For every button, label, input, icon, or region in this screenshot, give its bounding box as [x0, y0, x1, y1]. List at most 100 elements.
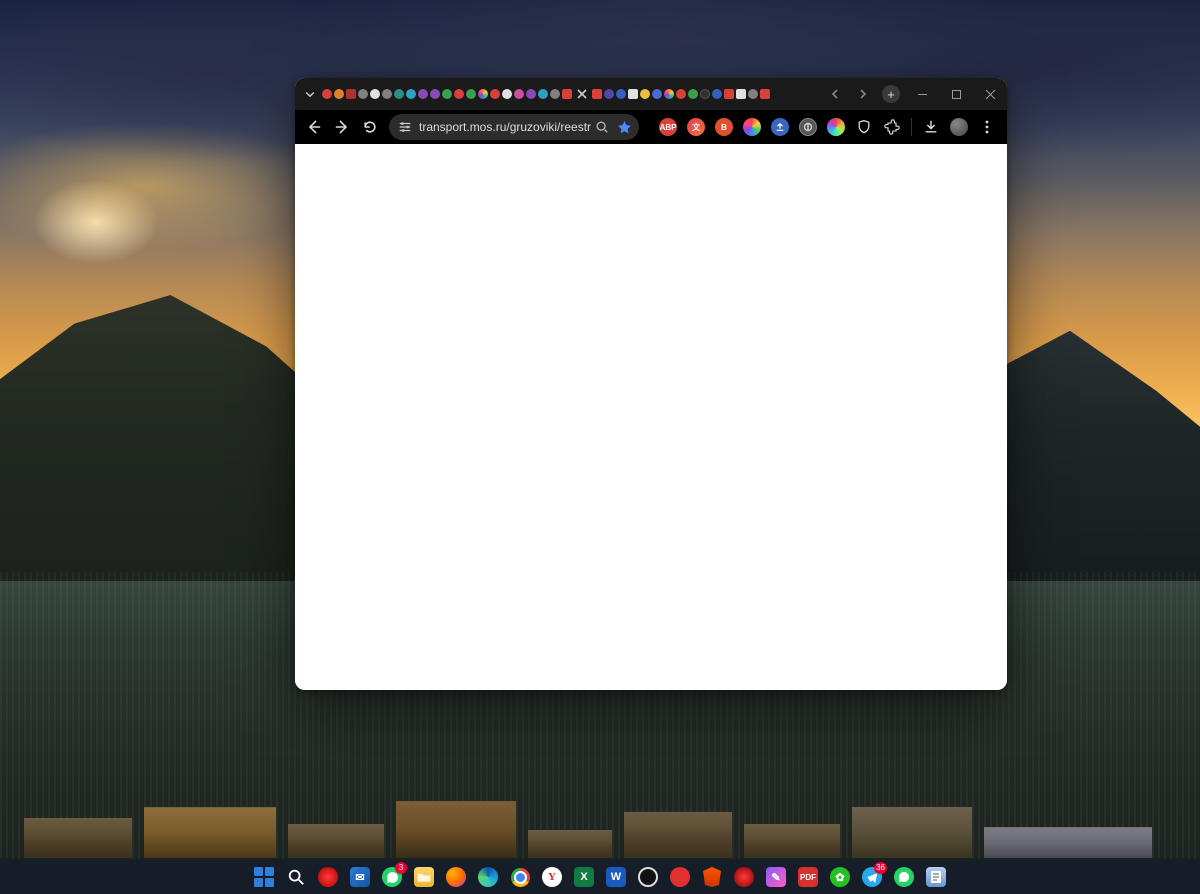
- window-close-button[interactable]: [973, 78, 1007, 110]
- tab-item[interactable]: [429, 78, 441, 110]
- taskbar-app-yandex[interactable]: Y: [539, 864, 565, 890]
- tab-item[interactable]: [687, 78, 699, 110]
- taskbar-app-explorer[interactable]: [411, 864, 437, 890]
- tab-item[interactable]: [525, 78, 537, 110]
- folder-icon: [414, 867, 434, 887]
- tab-item[interactable]: [651, 78, 663, 110]
- window-controls: [905, 78, 1007, 110]
- tab-group-right: [591, 78, 771, 110]
- toolbar-separator: [911, 118, 912, 136]
- taskbar-app-whatsapp[interactable]: 3: [379, 864, 405, 890]
- taskbar-app-opera[interactable]: [315, 864, 341, 890]
- taskbar-app-whatsapp-desktop[interactable]: [891, 864, 917, 890]
- tab-item[interactable]: [603, 78, 615, 110]
- avatar-icon: [950, 118, 968, 136]
- tabstrip-scroll-right[interactable]: [849, 78, 877, 110]
- tab-item[interactable]: [357, 78, 369, 110]
- color-wheel-icon: [827, 118, 845, 136]
- taskbar-app-notes[interactable]: [923, 864, 949, 890]
- tab-item[interactable]: [759, 78, 771, 110]
- extension-translate[interactable]: 文: [683, 114, 709, 140]
- taskbar-app-edge[interactable]: [475, 864, 501, 890]
- taskbar-app-lightshot[interactable]: ✎: [763, 864, 789, 890]
- browser-menu-button[interactable]: [974, 114, 1000, 140]
- taskbar-app-opera2[interactable]: [731, 864, 757, 890]
- taskbar-app-mail[interactable]: ✉: [347, 864, 373, 890]
- taskbar-app-obs[interactable]: [635, 864, 661, 890]
- chrome-icon: [511, 868, 530, 887]
- address-bar[interactable]: transport.mos.ru/gruzoviki/reestr: [389, 114, 639, 140]
- tab-item[interactable]: [501, 78, 513, 110]
- translate-icon: 文: [687, 118, 705, 136]
- tab-item[interactable]: [489, 78, 501, 110]
- taskbar-search[interactable]: [283, 864, 309, 890]
- tab-item[interactable]: [453, 78, 465, 110]
- tab-item[interactable]: [441, 78, 453, 110]
- zoom-indicator[interactable]: [591, 116, 613, 138]
- extension-sharing[interactable]: [767, 114, 793, 140]
- taskbar-app-pdf[interactable]: PDF: [795, 864, 821, 890]
- maximize-icon: [951, 89, 962, 100]
- profile-button[interactable]: [946, 114, 972, 140]
- window-maximize-button[interactable]: [939, 78, 973, 110]
- tab-item[interactable]: [405, 78, 417, 110]
- taskbar-app-chrome[interactable]: [507, 864, 533, 890]
- brave-icon: [702, 867, 722, 887]
- taskbar-app-word[interactable]: W: [603, 864, 629, 890]
- active-tab-close-button[interactable]: [573, 78, 591, 110]
- tab-item[interactable]: [615, 78, 627, 110]
- new-tab-button[interactable]: +: [877, 78, 905, 110]
- extension-grayscale[interactable]: [795, 114, 821, 140]
- bookmark-button[interactable]: [613, 116, 635, 138]
- extension-shield[interactable]: [851, 114, 877, 140]
- tab-item[interactable]: [699, 78, 711, 110]
- excel-icon: X: [574, 867, 594, 887]
- start-button[interactable]: [251, 864, 277, 890]
- taskbar-app-excel[interactable]: X: [571, 864, 597, 890]
- tab-item[interactable]: [393, 78, 405, 110]
- taskbar-app-record[interactable]: [667, 864, 693, 890]
- extension-bitwarden[interactable]: B: [711, 114, 737, 140]
- forward-button[interactable]: [329, 114, 355, 140]
- whatsapp-icon: [894, 867, 914, 887]
- taskbar-app-brave[interactable]: [699, 864, 725, 890]
- tab-item[interactable]: [537, 78, 549, 110]
- site-info-button[interactable]: [397, 119, 413, 135]
- url-text[interactable]: transport.mos.ru/gruzoviki/reestr: [419, 120, 591, 134]
- tab-item[interactable]: [477, 78, 489, 110]
- tab-item[interactable]: [321, 78, 333, 110]
- tab-item[interactable]: [663, 78, 675, 110]
- firefox-icon: [446, 867, 466, 887]
- tab-item[interactable]: [723, 78, 735, 110]
- tabstrip-scroll-left[interactable]: [821, 78, 849, 110]
- tab-item[interactable]: [747, 78, 759, 110]
- tab-item[interactable]: [711, 78, 723, 110]
- tab-item[interactable]: [639, 78, 651, 110]
- taskbar-app-telegram[interactable]: 36: [859, 864, 885, 890]
- tab-item[interactable]: [333, 78, 345, 110]
- tab-search-button[interactable]: [299, 83, 321, 105]
- tab-item[interactable]: [369, 78, 381, 110]
- tab-item[interactable]: [513, 78, 525, 110]
- taskbar-app-firefox[interactable]: [443, 864, 469, 890]
- reload-button[interactable]: [357, 114, 383, 140]
- record-icon: [670, 867, 690, 887]
- back-button[interactable]: [301, 114, 327, 140]
- extensions-menu-button[interactable]: [879, 114, 905, 140]
- tab-item[interactable]: [591, 78, 603, 110]
- extension-abp[interactable]: ABP: [655, 114, 681, 140]
- tab-item[interactable]: [345, 78, 357, 110]
- window-minimize-button[interactable]: [905, 78, 939, 110]
- tab-item[interactable]: [417, 78, 429, 110]
- taskbar-app-icq[interactable]: ✿: [827, 864, 853, 890]
- tab-item[interactable]: [735, 78, 747, 110]
- tab-item[interactable]: [549, 78, 561, 110]
- extension-colorpicker[interactable]: [823, 114, 849, 140]
- tab-item[interactable]: [627, 78, 639, 110]
- tab-item[interactable]: [381, 78, 393, 110]
- tab-item[interactable]: [561, 78, 573, 110]
- extension-assistant[interactable]: [739, 114, 765, 140]
- downloads-button[interactable]: [918, 114, 944, 140]
- tab-item[interactable]: [465, 78, 477, 110]
- tab-item[interactable]: [675, 78, 687, 110]
